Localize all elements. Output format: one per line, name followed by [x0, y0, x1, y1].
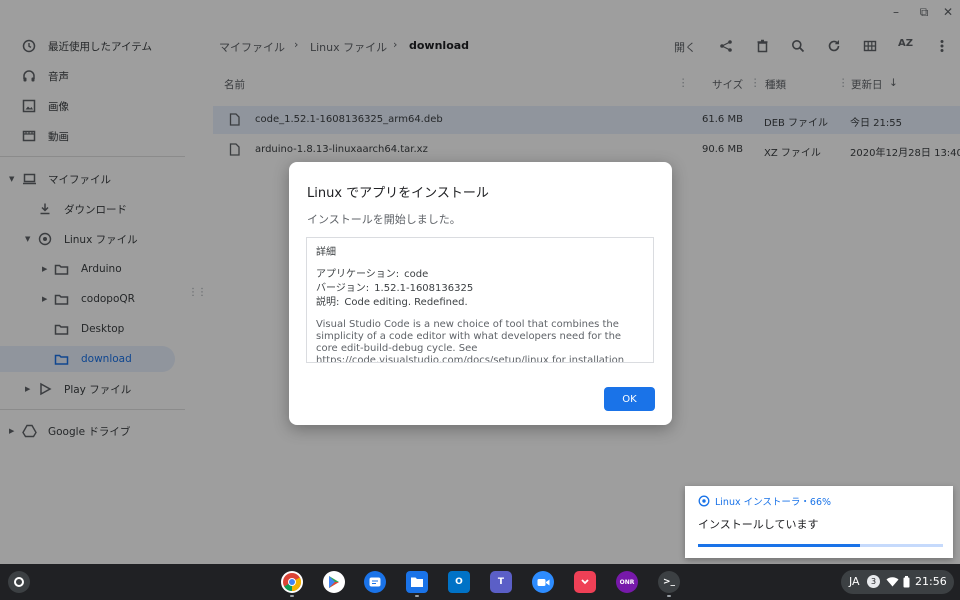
detail-value: Code editing. Redefined. — [344, 297, 468, 308]
dialog-subtitle: インストールを開始しました。 — [307, 213, 461, 226]
notification-title: Linux インストーラ・66% — [715, 497, 832, 508]
files-icon[interactable] — [406, 571, 428, 593]
details-panel[interactable]: 詳細 アプリケーション: code バージョン: 1.52.1-1608136325… — [306, 237, 654, 363]
long-description: Visual Studio Code is a new choice of to… — [316, 319, 625, 363]
ok-button[interactable]: OK — [604, 387, 655, 411]
notification-count: 3 — [870, 577, 877, 586]
install-dialog: Linux でアプリをインストール インストールを開始しました。 詳細 アプリケ… — [289, 162, 672, 425]
status-tray[interactable]: JA 3 21:56 — [841, 570, 954, 594]
detail-value: code — [404, 269, 429, 280]
onenote-icon[interactable]: ONR — [616, 571, 638, 593]
clock: 21:56 — [915, 575, 947, 588]
notification-message: インストールしています — [698, 518, 819, 531]
detail-label: 説明: — [316, 297, 340, 308]
battery-icon — [903, 576, 910, 588]
detail-label: バージョン: — [316, 283, 370, 294]
onenote-label: ONR — [619, 578, 635, 586]
detail-version: バージョン: 1.52.1-1608136325 — [316, 282, 644, 296]
details-heading: 詳細 — [316, 247, 336, 258]
detail-description: 説明: Code editing. Redefined. — [316, 296, 644, 310]
running-indicator — [290, 595, 294, 597]
dialog-title: Linux でアプリをインストール — [307, 186, 489, 201]
running-indicator — [415, 595, 419, 597]
play-store-icon[interactable] — [323, 571, 345, 593]
zoom-icon[interactable] — [532, 571, 554, 593]
progress-fill — [698, 544, 860, 547]
pocket-icon[interactable] — [574, 571, 596, 593]
ime-indicator: JA — [849, 575, 860, 588]
terminal-glyph: >_ — [662, 577, 676, 587]
wifi-icon — [886, 577, 899, 587]
outlook-icon[interactable]: O — [448, 571, 470, 593]
detail-label: アプリケーション: — [316, 269, 400, 280]
running-indicator — [667, 595, 671, 597]
linux-icon — [698, 495, 710, 507]
launcher-icon — [14, 577, 24, 587]
detail-value: 1.52.1-1608136325 — [374, 283, 474, 294]
progress-notification[interactable]: Linux インストーラ・66% インストールしています — [685, 486, 953, 558]
detail-application: アプリケーション: code — [316, 268, 644, 282]
shelf: O T ONR >_ JA 3 21:56 — [0, 564, 960, 600]
launcher-button[interactable] — [8, 571, 30, 593]
notification-header: Linux インストーラ・66% — [698, 494, 831, 508]
notification-count-badge: 3 — [867, 575, 880, 588]
progress-bar — [698, 544, 943, 547]
messages-icon[interactable] — [364, 571, 386, 593]
teams-icon[interactable]: T — [490, 571, 512, 593]
chrome-icon[interactable] — [281, 571, 303, 593]
terminal-icon[interactable]: >_ — [658, 571, 680, 593]
